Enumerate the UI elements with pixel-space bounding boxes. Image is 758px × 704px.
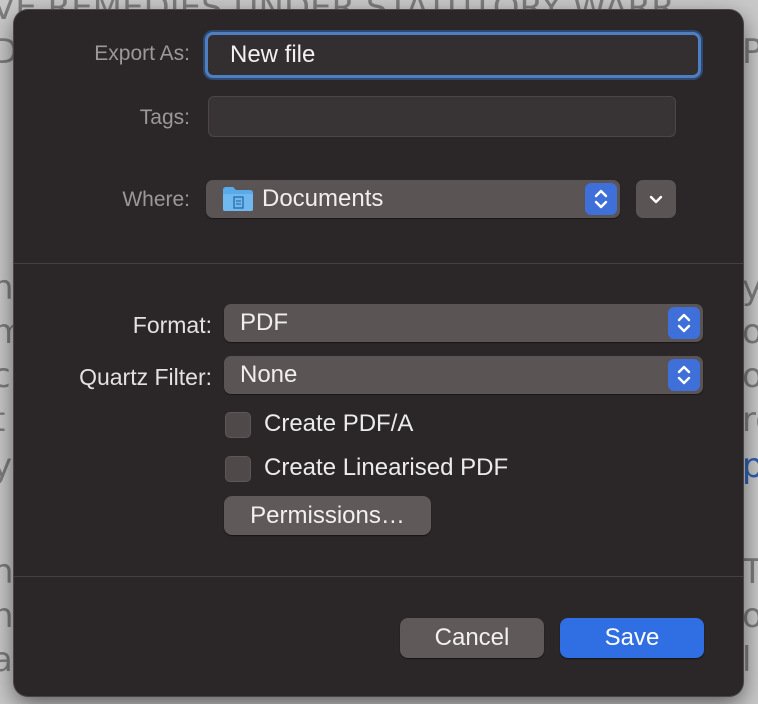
background-text-line: h [0,552,14,592]
permissions-button[interactable]: Permissions… [224,496,431,535]
export-as-input[interactable]: New file [205,32,701,78]
quartz-filter-value: None [240,361,298,388]
expand-browser-button[interactable] [636,180,676,218]
background-link-fragment: p [742,446,758,486]
updown-chevron-icon [585,183,617,215]
background-text-fragment: o [742,356,758,396]
create-pdfa-label: Create PDF/A [264,410,414,437]
background-text-fragment: P [742,32,758,72]
divider [14,263,743,264]
folder-icon [222,186,254,219]
background-text-line: y [0,446,13,486]
background-text-fragment: o [742,312,758,352]
background-text-line: t [0,400,5,440]
background-text-fragment: l [742,640,752,680]
background-text-fragment: o [742,596,758,636]
where-value: Documents [262,185,384,212]
background-text-line: c [0,356,11,396]
background-text-line: a [0,640,13,680]
updown-chevron-icon [668,359,700,391]
background-text-line: h [0,268,14,308]
create-linearised-checkbox[interactable] [225,456,251,482]
tags-label: Tags: [139,106,190,129]
background-text-fragment: y [742,268,758,308]
format-popup[interactable]: PDF [224,304,703,342]
background-text-fragment: re [742,400,758,440]
cancel-button[interactable]: Cancel [400,618,544,658]
where-popup[interactable]: Documents [206,180,620,218]
export-dialog: Export As: New file Tags: Where: Documen… [14,10,743,696]
format-value: PDF [240,309,288,336]
background-text-fragment: T [742,552,758,592]
create-pdfa-checkbox[interactable] [225,412,251,438]
create-linearised-label: Create Linearised PDF [264,454,509,481]
where-label: Where: [122,188,190,211]
save-button[interactable]: Save [560,618,704,658]
quartz-filter-popup[interactable]: None [224,356,703,394]
divider [14,576,743,577]
updown-chevron-icon [668,307,700,339]
background-text-line: n [0,596,14,636]
tags-input[interactable] [208,96,676,137]
format-label: Format: [132,312,212,338]
export-as-label: Export As: [94,42,190,65]
quartz-filter-label: Quartz Filter: [79,364,212,390]
